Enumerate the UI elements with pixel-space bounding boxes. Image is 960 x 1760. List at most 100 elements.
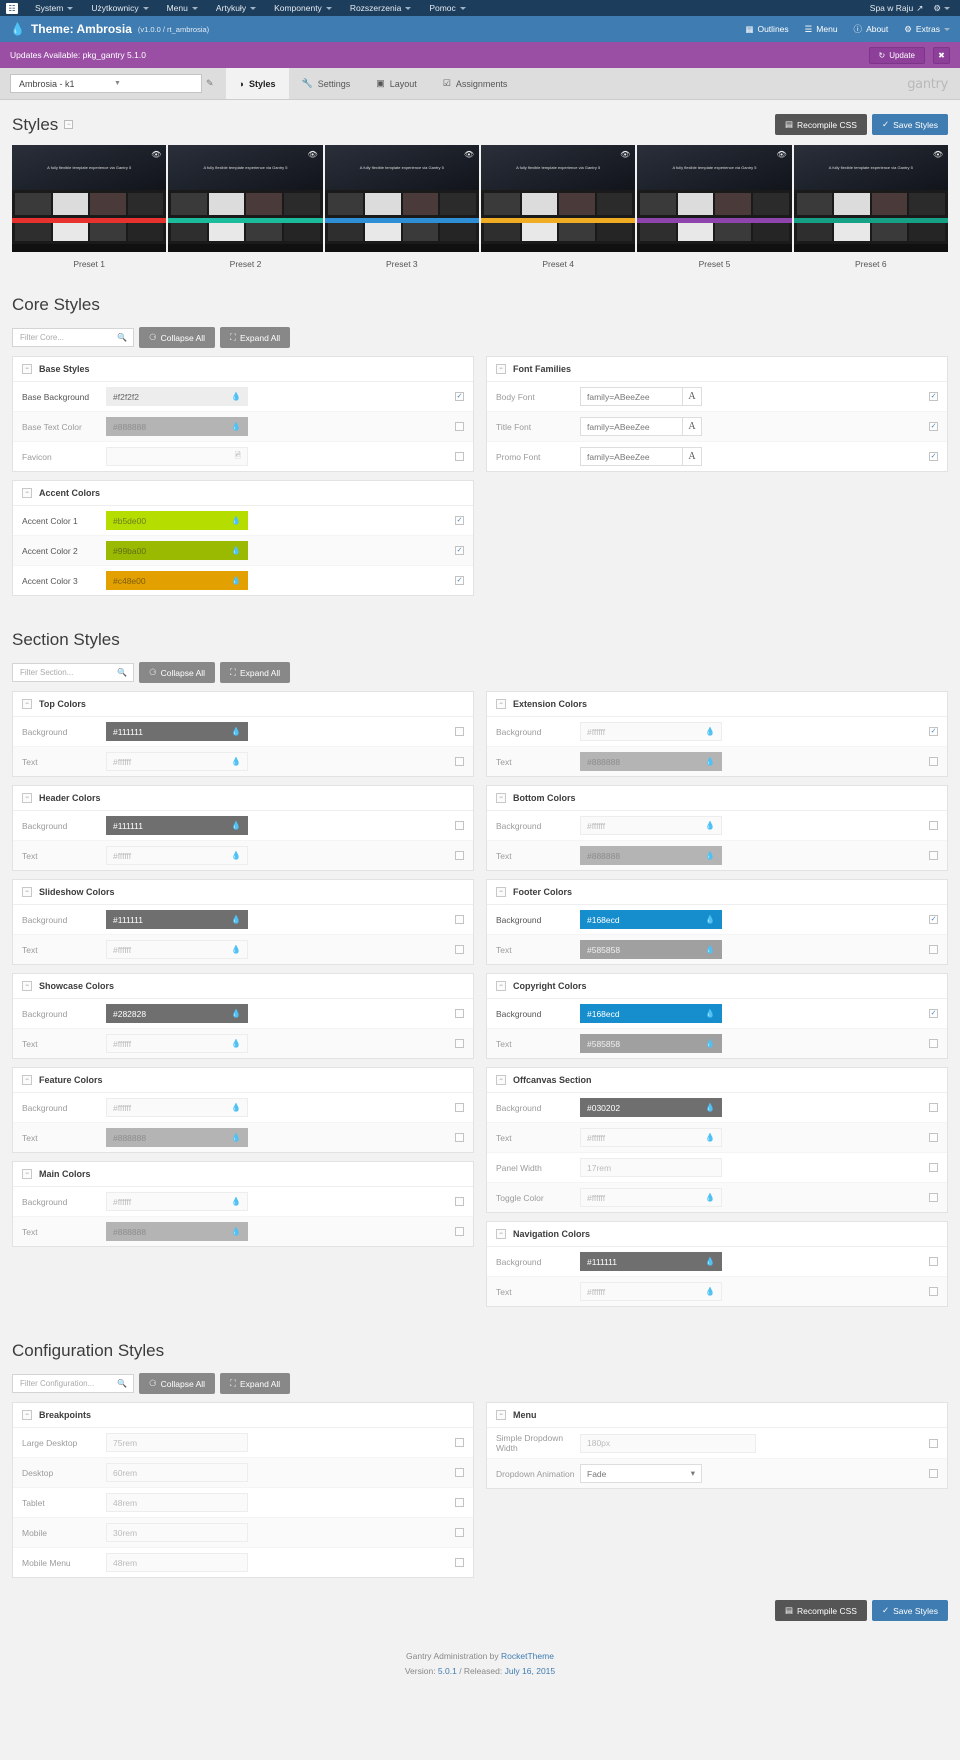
panel-collapse-icon[interactable]: − [22, 1410, 32, 1420]
color-input[interactable]: #ffffff 💧 [106, 1098, 248, 1117]
section-collapse-all-button[interactable]: ⚆ Collapse All [139, 662, 216, 683]
panel-collapse-icon[interactable]: − [496, 699, 506, 709]
color-input[interactable]: #168ecd 💧 [580, 910, 722, 929]
joomla-menu-item-help[interactable]: Pomoc [420, 3, 474, 13]
color-input[interactable]: #ffffff 💧 [580, 722, 722, 741]
override-checkbox[interactable]: ✓ [455, 576, 464, 585]
color-input[interactable]: #111111 💧 [106, 816, 248, 835]
override-checkbox[interactable] [929, 1133, 938, 1142]
color-input[interactable]: #888888 💧 [106, 417, 248, 436]
panel-collapse-icon[interactable]: − [22, 1169, 32, 1179]
configuration-collapse-all-button[interactable]: ⚆ Collapse All [139, 1373, 216, 1394]
color-input[interactable]: #f2f2f2 💧 [106, 387, 248, 406]
override-checkbox[interactable] [455, 1528, 464, 1537]
color-input[interactable]: #b5de00 💧 [106, 511, 248, 530]
header-extras-button[interactable]: ⚙ Extras [904, 24, 950, 35]
override-checkbox[interactable]: ✓ [455, 516, 464, 525]
override-checkbox[interactable]: ✓ [455, 392, 464, 401]
panel-header[interactable]: − Showcase Colors [13, 974, 473, 999]
font-value[interactable]: family=ABeeZee [580, 447, 682, 466]
panel-header[interactable]: − Bottom Colors [487, 786, 947, 811]
core-filter-input[interactable]: Filter Core... 🔍 [12, 328, 134, 347]
color-input[interactable]: #ffffff 💧 [106, 846, 248, 865]
eye-icon[interactable]: 👁 [620, 150, 630, 159]
panel-header[interactable]: − Breakpoints [13, 1403, 473, 1428]
color-input[interactable]: #030202 💧 [580, 1098, 722, 1117]
override-checkbox[interactable] [455, 422, 464, 431]
color-input[interactable]: #282828 💧 [106, 1004, 248, 1023]
override-checkbox[interactable]: ✓ [929, 1009, 938, 1018]
tab-settings[interactable]: 🔧 Settings [289, 68, 364, 99]
override-checkbox[interactable] [455, 1133, 464, 1142]
color-input[interactable]: #168ecd 💧 [580, 1004, 722, 1023]
panel-collapse-icon[interactable]: − [496, 793, 506, 803]
color-input[interactable]: #585858 💧 [580, 940, 722, 959]
released-date-link[interactable]: July 16, 2015 [505, 1666, 556, 1676]
color-input[interactable]: #585858 💧 [580, 1034, 722, 1053]
color-input[interactable]: #ffffff 💧 [106, 752, 248, 771]
eye-icon[interactable]: 👁 [151, 150, 161, 159]
override-checkbox[interactable] [455, 1197, 464, 1206]
override-checkbox[interactable] [455, 1227, 464, 1236]
text-input[interactable]: 48rem [106, 1553, 248, 1572]
panel-header[interactable]: − Navigation Colors [487, 1222, 947, 1247]
panel-header[interactable]: − Top Colors [13, 692, 473, 717]
preset-thumbnail[interactable]: 👁 A fully flexible template experience vi… [793, 145, 948, 252]
font-picker-icon[interactable]: A [682, 387, 702, 406]
panel-header[interactable]: − Main Colors [13, 1162, 473, 1187]
override-checkbox[interactable] [455, 452, 464, 461]
font-picker-icon[interactable]: A [682, 447, 702, 466]
font-input-group[interactable]: family=ABeeZee A [580, 417, 702, 436]
configuration-filter-input[interactable]: Filter Configuration... 🔍 [12, 1374, 134, 1393]
text-input[interactable]: 75rem [106, 1433, 248, 1452]
font-input-group[interactable]: family=ABeeZee A [580, 447, 702, 466]
panel-header[interactable]: − Base Styles [13, 357, 473, 382]
preset-item[interactable]: 👁 A fully flexible template experience vi… [168, 145, 323, 269]
panel-collapse-icon[interactable]: − [496, 1075, 506, 1085]
override-checkbox[interactable]: ✓ [929, 452, 938, 461]
font-input-group[interactable]: family=ABeeZee A [580, 387, 702, 406]
override-checkbox[interactable] [455, 1498, 464, 1507]
section-expand-all-button[interactable]: ⛶ Expand All [220, 662, 291, 683]
update-button[interactable]: ↻ Update [868, 46, 925, 64]
header-menu-button[interactable]: ☰ Menu [805, 24, 838, 35]
file-input[interactable]: 🖻 [106, 447, 248, 466]
preset-item[interactable]: 👁 A fully flexible template experience vi… [480, 145, 636, 269]
font-value[interactable]: family=ABeeZee [580, 417, 682, 436]
panel-header[interactable]: − Slideshow Colors [13, 880, 473, 905]
panel-collapse-icon[interactable]: − [22, 488, 32, 498]
override-checkbox[interactable] [455, 757, 464, 766]
tab-layout[interactable]: ▣ Layout [363, 68, 430, 99]
panel-collapse-icon[interactable]: − [496, 1410, 506, 1420]
joomla-menu-item-users[interactable]: Użytkownicy [82, 3, 157, 13]
override-checkbox[interactable]: ✓ [929, 422, 938, 431]
joomla-menu-item-system[interactable]: System [26, 3, 82, 13]
color-input[interactable]: #111111 💧 [106, 722, 248, 741]
panel-collapse-icon[interactable]: − [22, 981, 32, 991]
tab-assignments[interactable]: ☑ Assignments [430, 68, 521, 99]
panel-collapse-icon[interactable]: − [496, 364, 506, 374]
color-input[interactable]: #ffffff 💧 [106, 1192, 248, 1211]
preset-item[interactable]: 👁 A fully flexible template experience vi… [637, 145, 792, 269]
preset-thumbnail[interactable]: 👁 A fully flexible template experience vi… [324, 145, 479, 252]
joomla-logo-icon[interactable]: ☷ [6, 2, 18, 14]
outline-selector[interactable]: Ambrosia - k1 ▼ [10, 74, 202, 93]
override-checkbox[interactable] [929, 1103, 938, 1112]
color-input[interactable]: #ffffff 💧 [580, 1282, 722, 1301]
override-checkbox[interactable] [929, 1287, 938, 1296]
panel-collapse-icon[interactable]: − [496, 887, 506, 897]
preset-item[interactable]: 👁 A fully flexible template experience vi… [793, 145, 948, 269]
text-input[interactable]: 17rem [580, 1158, 722, 1177]
color-input[interactable]: #99ba00 💧 [106, 541, 248, 560]
panel-header[interactable]: − Font Families [487, 357, 947, 382]
color-input[interactable]: #ffffff 💧 [106, 940, 248, 959]
preset-thumbnail[interactable]: 👁 A fully flexible template experience vi… [637, 145, 792, 252]
override-checkbox[interactable] [929, 1257, 938, 1266]
color-input[interactable]: #ffffff 💧 [580, 1128, 722, 1147]
pencil-icon[interactable]: ✎ [206, 78, 214, 89]
configuration-expand-all-button[interactable]: ⛶ Expand All [220, 1373, 291, 1394]
collapse-toggle-icon[interactable]: − [64, 120, 74, 129]
panel-collapse-icon[interactable]: − [496, 981, 506, 991]
recompile-css-button-bottom[interactable]: ▤ Recompile CSS [774, 1600, 867, 1621]
panel-header[interactable]: − Copyright Colors [487, 974, 947, 999]
